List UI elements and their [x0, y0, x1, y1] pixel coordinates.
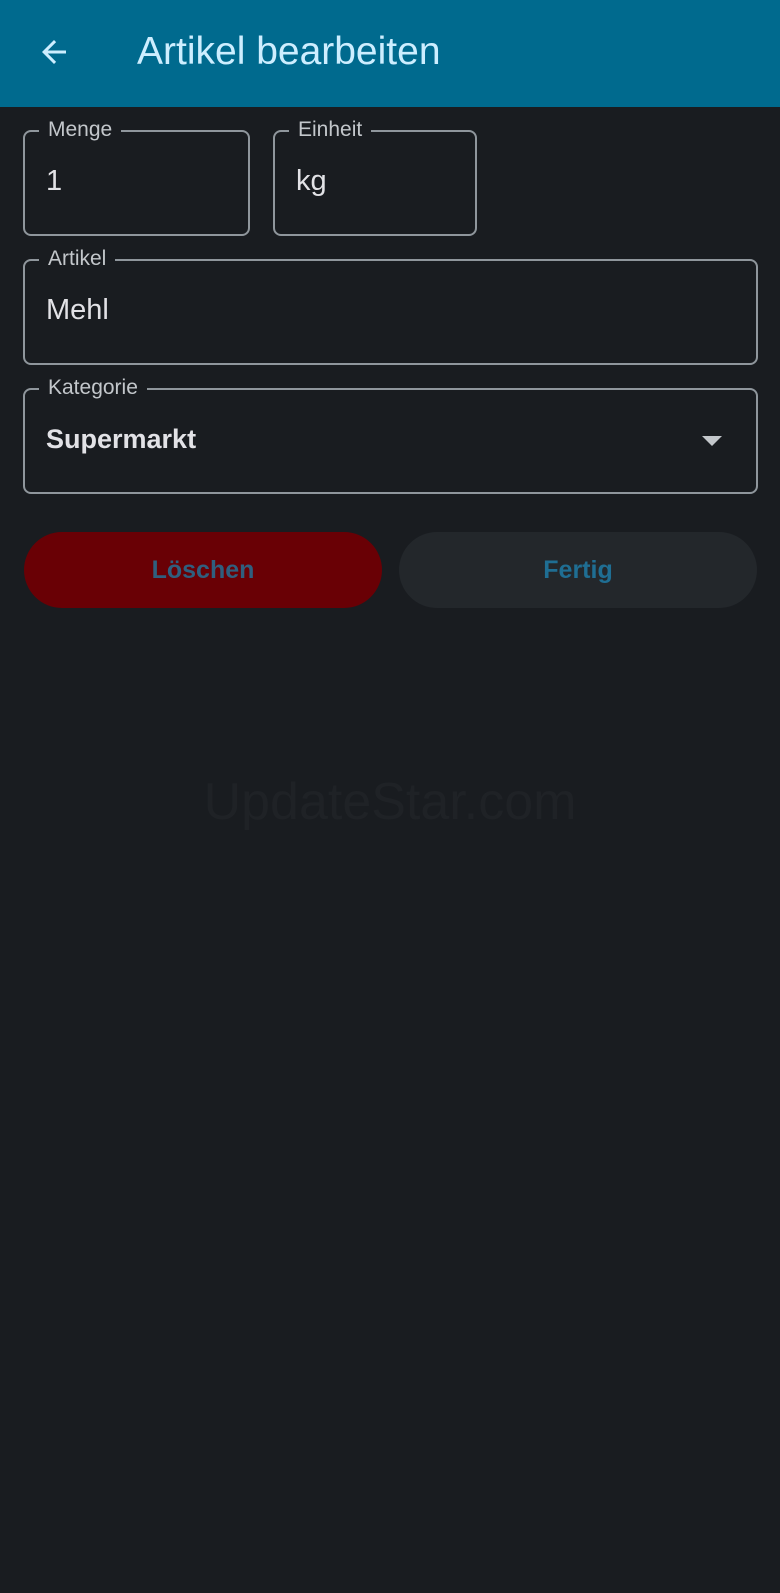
unit-value[interactable]: kg — [296, 163, 327, 199]
watermark: UpdateStar.com — [203, 773, 577, 831]
item-field[interactable]: Artikel Mehl — [23, 246, 758, 365]
category-dropdown[interactable]: Kategorie Supermarkt — [23, 375, 758, 494]
category-label: Kategorie — [39, 375, 147, 401]
category-value[interactable]: Supermarkt — [46, 421, 196, 457]
quantity-label: Menge — [39, 117, 122, 143]
item-label: Artikel — [39, 246, 116, 272]
dropdown-arrow-icon[interactable] — [702, 436, 722, 446]
app-bar: Artikel bearbeiten — [0, 0, 780, 107]
page-title: Artikel bearbeiten — [137, 30, 441, 73]
back-button[interactable] — [30, 28, 78, 76]
arrow-left-icon — [42, 40, 66, 64]
quantity-field[interactable]: Menge 1 — [23, 117, 250, 236]
done-button[interactable]: Fertig — [399, 532, 757, 608]
delete-button-label: Löschen — [151, 555, 255, 584]
item-value[interactable]: Mehl — [46, 292, 109, 328]
done-button-label: Fertig — [543, 555, 613, 584]
unit-label: Einheit — [289, 117, 372, 143]
quantity-value[interactable]: 1 — [46, 163, 62, 199]
delete-button[interactable]: Löschen — [24, 532, 382, 608]
unit-field[interactable]: Einheit kg — [273, 117, 477, 236]
